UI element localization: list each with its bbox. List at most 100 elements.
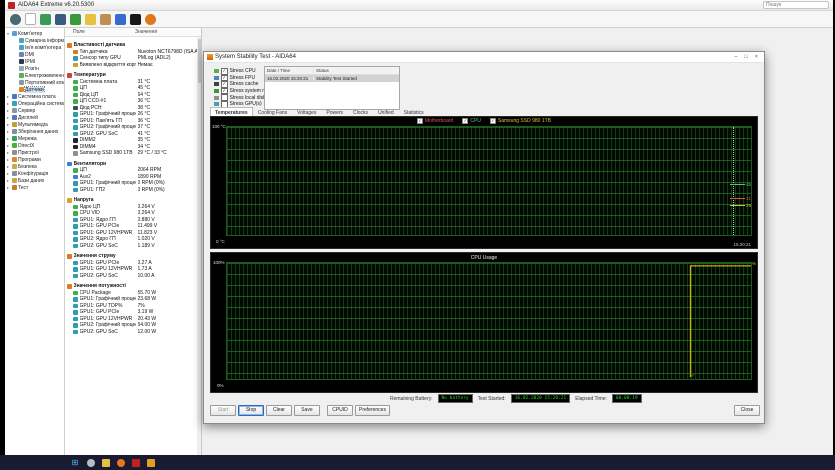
- sensor-row[interactable]: GPU2: GPU SoC 10.00 A: [65, 273, 197, 280]
- stress-checkbox[interactable]: [221, 94, 228, 101]
- sidebar-item[interactable]: ▸ Мультимедіа: [5, 121, 64, 128]
- legend-item[interactable]: ✓ Samsung SSD 980 1TB: [489, 118, 551, 124]
- stress-checkbox[interactable]: ✓: [221, 68, 228, 75]
- sensor-row[interactable]: DIMM2 35 °C: [65, 137, 197, 144]
- expand-arrow-icon[interactable]: ▸: [7, 136, 11, 141]
- expand-arrow-icon[interactable]: ▸: [7, 178, 11, 183]
- expand-arrow-icon[interactable]: ▸: [7, 101, 11, 106]
- maximize-button[interactable]: □: [744, 54, 747, 60]
- sensor-row[interactable]: GPU2: GPU SoC 41 °C: [65, 131, 197, 138]
- sensor-row[interactable]: GPU1: GPU PCIe 0.27 A: [65, 260, 197, 267]
- sst-title-bar[interactable]: System Stability Test - AIDA64 – □ ×: [204, 52, 764, 63]
- legend-item[interactable]: ✓ Motherboard: [416, 118, 453, 124]
- sensor-row[interactable]: Ядро ЦП 0.264 V: [65, 204, 197, 211]
- stress-checkbox[interactable]: ✓: [221, 87, 228, 95]
- sidebar-item[interactable]: ▸ Дисплей: [5, 114, 64, 121]
- refresh-icon[interactable]: [10, 13, 21, 25]
- expand-arrow-icon[interactable]: ▾: [7, 31, 11, 36]
- sensor-row[interactable]: GPU1: GPU PCIe 3.19 W: [65, 309, 197, 316]
- sst-button[interactable]: Preferences: [355, 405, 390, 416]
- search-input[interactable]: [763, 1, 829, 9]
- sidebar-item[interactable]: Електроживлення: [5, 72, 64, 79]
- sensor-row[interactable]: Системна плата 31 °C: [65, 79, 197, 86]
- sensor-row[interactable]: GPU1: GPU PCIe 11.499 V: [65, 223, 197, 230]
- legend-checkbox[interactable]: ✓: [489, 118, 496, 124]
- close-icon[interactable]: ×: [755, 54, 758, 60]
- asc-badge-icon[interactable]: [130, 13, 141, 25]
- sensor-row[interactable]: CPU VID 0.264 V: [65, 210, 197, 217]
- hand-icon[interactable]: [100, 13, 111, 25]
- sensor-row[interactable]: Діод ЦП 64 °C: [65, 92, 197, 99]
- stress-checkbox[interactable]: ✓: [221, 81, 228, 88]
- expand-arrow-icon[interactable]: ▸: [7, 143, 11, 148]
- online-globe-icon[interactable]: [145, 13, 156, 25]
- sst-button[interactable]: Clear: [266, 405, 292, 416]
- sidebar-item[interactable]: ▸ Зберігання даних: [5, 128, 64, 135]
- sidebar-item[interactable]: ▸ Безпека: [5, 163, 64, 170]
- sensor-row[interactable]: ЦП CCD-#1 36 °C: [65, 98, 197, 105]
- legend-checkbox[interactable]: ✓: [462, 118, 469, 124]
- sensor-row[interactable]: Діод PCH 38 °C: [65, 105, 197, 112]
- browser-icon[interactable]: [117, 458, 125, 467]
- chart-icon[interactable]: [70, 13, 81, 25]
- sidebar-item[interactable]: Сумарна інформація: [5, 37, 64, 44]
- explorer-icon[interactable]: [102, 458, 110, 467]
- expand-arrow-icon[interactable]: ▸: [7, 94, 11, 99]
- sensor-row[interactable]: Aux2 1890 RPM: [65, 174, 197, 181]
- expand-arrow-icon[interactable]: ▸: [7, 122, 11, 127]
- sidebar-item[interactable]: ▸ Програми: [5, 156, 64, 163]
- sensor-row[interactable]: GPU2: GPU SoC 1.189 V: [65, 243, 197, 250]
- sensor-row[interactable]: GPU1: Графічний процесор 0 RPM (0%): [65, 180, 197, 187]
- sensor-row[interactable]: ЦП 45 °C: [65, 85, 197, 92]
- sensor-row[interactable]: GPU1: GPU TDP% 7%: [65, 303, 197, 310]
- expand-arrow-icon[interactable]: ▸: [7, 129, 11, 134]
- sensor-row[interactable]: GPU2: GPU SoC 12.00 W: [65, 329, 197, 336]
- stability-test-icon[interactable]: [147, 458, 155, 467]
- sensor-row[interactable]: GPU2: Ядро ГП 1.020 V: [65, 236, 197, 243]
- sidebar-item[interactable]: Розгін: [5, 65, 64, 72]
- sidebar-item[interactable]: ▸ Конфігурація: [5, 170, 64, 177]
- sensor-row[interactable]: GPU2: Графічний процесор 37 °C: [65, 124, 197, 131]
- back-arrow-icon[interactable]: [40, 13, 51, 25]
- sidebar-item[interactable]: IPMI: [5, 58, 64, 65]
- sidebar-item[interactable]: ▾ Комп'ютер: [5, 30, 64, 37]
- sidebar-item[interactable]: ▸ Пристрої: [5, 149, 64, 156]
- sensor-row[interactable]: GPU2: Графічний процесор 54.00 W: [65, 322, 197, 329]
- legend-item[interactable]: ✓ CPU: [462, 118, 481, 124]
- sidebar-item[interactable]: ▸ Бази даних: [5, 177, 64, 184]
- monitor-icon[interactable]: [55, 13, 66, 25]
- log-row[interactable]: 16.02.2020 15:20:21 Stability Test Start…: [265, 75, 399, 82]
- sidebar-item[interactable]: ▸ Тест: [5, 184, 64, 191]
- start-button[interactable]: ⊞: [70, 458, 80, 467]
- report-icon[interactable]: [25, 13, 36, 25]
- sidebar-item[interactable]: Портативний комп'ютер: [5, 79, 64, 86]
- sidebar-item[interactable]: ▸ Мережа: [5, 135, 64, 142]
- minimize-button[interactable]: –: [734, 54, 737, 60]
- sensor-row[interactable]: GPU1: Графічний процесор 26 °C: [65, 111, 197, 118]
- stress-checkbox[interactable]: ✓: [221, 74, 228, 82]
- sidebar-item[interactable]: ▸ DirectX: [5, 142, 64, 149]
- sensor-row[interactable]: Виявлено відкриття корпусу Немає: [65, 62, 197, 69]
- sidebar-item[interactable]: Датчики: [5, 86, 64, 93]
- search-icon[interactable]: [87, 458, 95, 467]
- folder-icon[interactable]: [85, 13, 96, 25]
- sensor-row[interactable]: Сенсор типу GPU PMLog (ADL2): [65, 55, 197, 62]
- sensor-row[interactable]: GPU1: Ядро ГП 0.880 V: [65, 217, 197, 224]
- sidebar-item[interactable]: ▸ Сервер: [5, 107, 64, 114]
- expand-arrow-icon[interactable]: ▸: [7, 185, 11, 190]
- legend-checkbox[interactable]: ✓: [416, 118, 423, 124]
- sensor-row[interactable]: ЦП 2064 RPM: [65, 167, 197, 174]
- sst-button[interactable]: CPUID: [327, 405, 353, 416]
- sidebar-item[interactable]: Ім'я комп'ютера: [5, 44, 64, 51]
- expand-arrow-icon[interactable]: ▸: [7, 115, 11, 120]
- expand-arrow-icon[interactable]: ▸: [7, 171, 11, 176]
- expand-arrow-icon[interactable]: ▸: [7, 157, 11, 162]
- expand-arrow-icon[interactable]: ▸: [7, 108, 11, 113]
- sensor-row[interactable]: DIMM4 34 °C: [65, 144, 197, 151]
- sst-button[interactable]: Save: [294, 405, 320, 416]
- sensor-row[interactable]: GPU1: ГП2 0 RPM (0%): [65, 187, 197, 194]
- sensor-row[interactable]: Samsung SSD 980 1TB 29 °C / 33 °C: [65, 150, 197, 157]
- aida64-icon[interactable]: [132, 458, 140, 467]
- sensor-row[interactable]: GPU1: Графічний процесор 23.68 W: [65, 296, 197, 303]
- sst-button[interactable]: Stop: [238, 405, 264, 416]
